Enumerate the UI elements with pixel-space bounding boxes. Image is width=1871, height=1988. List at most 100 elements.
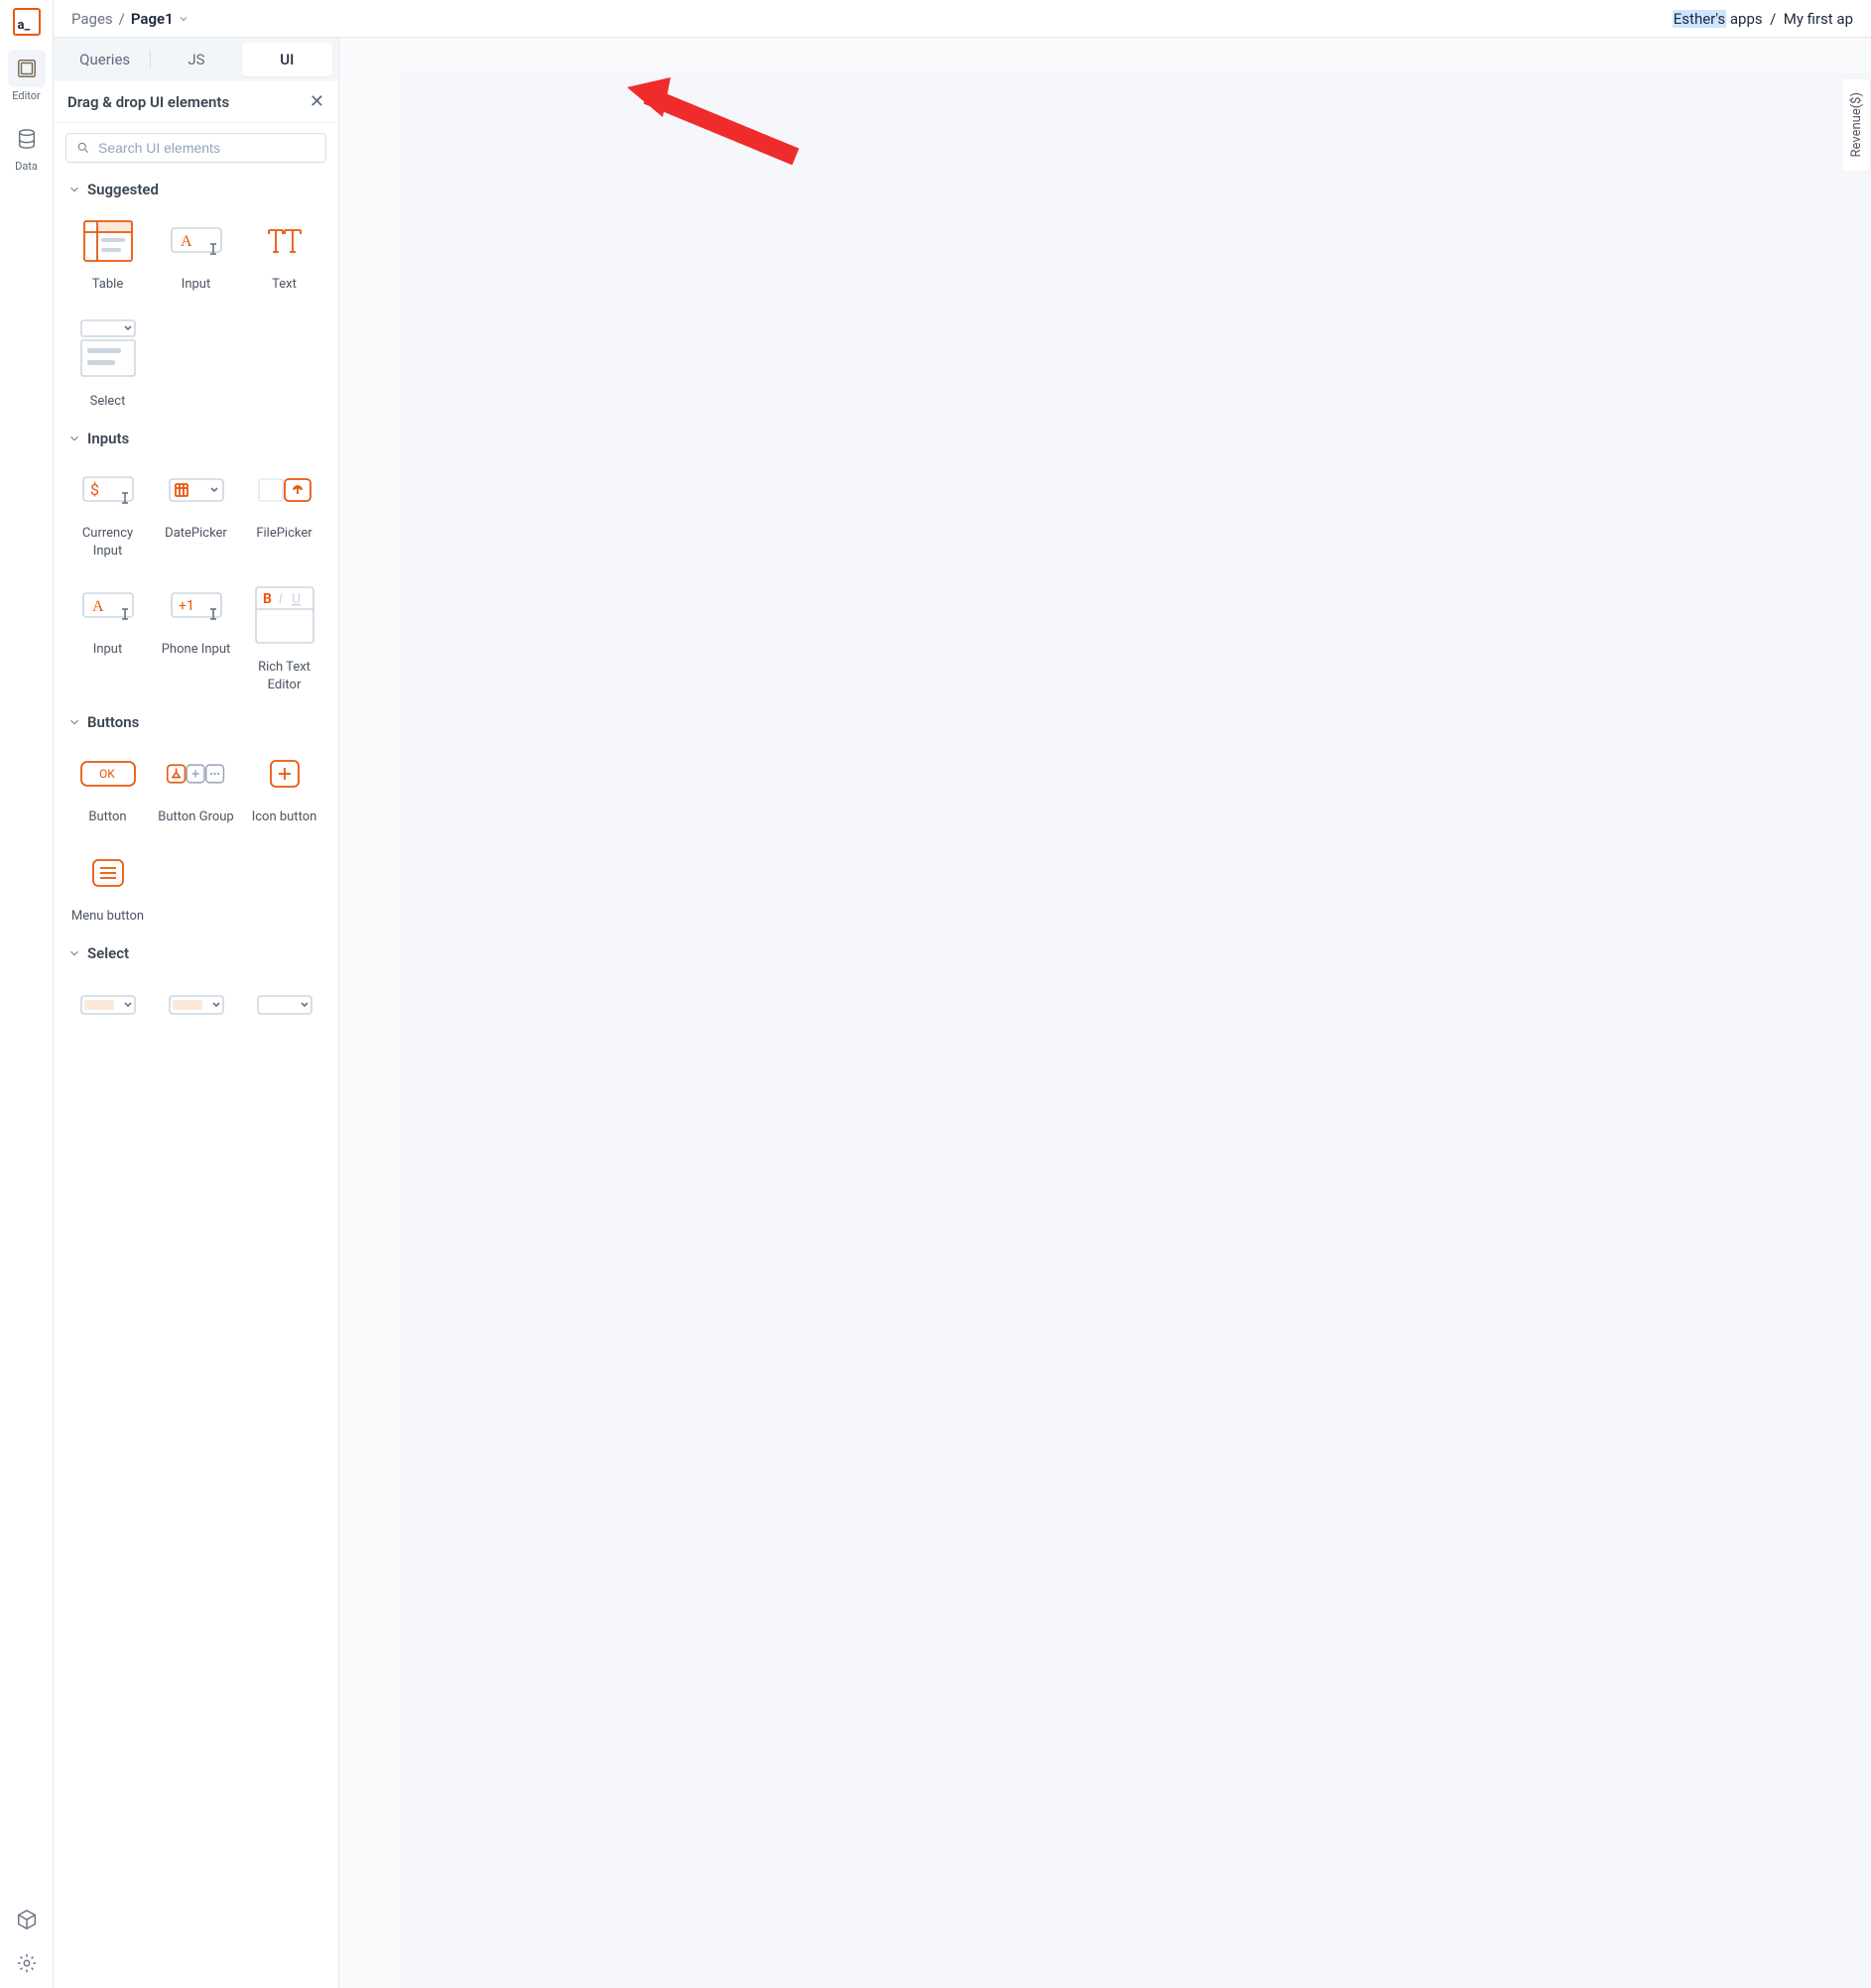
editor-icon [8, 50, 46, 87]
tab-js[interactable]: JS [151, 43, 241, 76]
workspace-path[interactable]: Esther's apps / My first ap [1673, 10, 1853, 28]
widget-phone-label: Phone Input [162, 641, 231, 659]
widget-button[interactable]: OK Button [65, 743, 150, 832]
widget-menu-button[interactable]: Menu button [65, 842, 150, 932]
close-icon[interactable]: ✕ [310, 91, 324, 112]
svg-text:I: I [279, 591, 283, 607]
svg-text:A: A [92, 598, 104, 615]
rail-item-editor[interactable]: Editor [8, 50, 46, 102]
chevron-down-icon [67, 432, 81, 445]
input-icon: A [166, 216, 227, 266]
workspace-app-name: My first ap [1784, 10, 1853, 28]
search-icon [76, 141, 90, 155]
widget-table[interactable]: Table [65, 210, 150, 300]
widget-text[interactable]: Text [242, 210, 326, 300]
widget-datepicker[interactable]: DatePicker [154, 459, 238, 565]
widget-rte-label: Rich Text Editor [244, 659, 324, 693]
widget-button-label: Button [88, 808, 126, 826]
widget-icon-button[interactable]: Icon button [242, 743, 326, 832]
svg-text:+1: +1 [179, 598, 194, 614]
widget-text-label: Text [272, 276, 297, 294]
text-icon [254, 216, 315, 266]
select-icon [166, 980, 227, 1030]
section-buttons-title: Buttons [87, 713, 139, 731]
select-icon [77, 315, 139, 383]
chevron-down-icon [67, 715, 81, 729]
database-icon [8, 120, 46, 158]
upload-icon [254, 465, 315, 515]
chevron-down-icon [178, 13, 189, 25]
widget-icon-button-label: Icon button [252, 808, 317, 826]
breadcrumb-sep: / [119, 10, 125, 28]
workspace-sep: / [1770, 10, 1776, 28]
widget-phone-input[interactable]: +1 Phone Input [154, 575, 238, 699]
input-icon: A [77, 581, 139, 631]
widget-input-label: Input [182, 276, 210, 294]
rail-label-data: Data [15, 160, 38, 173]
plus-icon [254, 749, 315, 799]
svg-text:A: A [181, 233, 192, 250]
widget-currency-input[interactable]: $ Currency Input [65, 459, 150, 565]
widget-currency-label: Currency Input [67, 525, 148, 559]
widget-filepicker-label: FilePicker [256, 525, 312, 543]
rail-item-data[interactable]: Data [8, 120, 46, 173]
workspace-owner: Esther's [1673, 10, 1726, 28]
widget-input2-label: Input [93, 641, 122, 659]
search-input[interactable] [98, 140, 315, 156]
widget-datepicker-label: DatePicker [165, 525, 227, 543]
chevron-down-icon [67, 183, 81, 196]
app-logo[interactable]: a_ [13, 8, 41, 36]
calendar-icon [166, 465, 227, 515]
widget-input[interactable]: A Input [154, 210, 238, 300]
widget-select-1[interactable] [65, 974, 150, 1046]
widget-select-2[interactable] [154, 974, 238, 1046]
widget-button-group[interactable]: Button Group [154, 743, 238, 832]
table-icon [77, 216, 139, 266]
rail-label-editor: Editor [12, 89, 41, 102]
section-select-title: Select [87, 944, 129, 962]
settings-icon[interactable] [8, 1944, 46, 1982]
canvas-area[interactable]: Revenue($) [339, 38, 1871, 1988]
widget-rich-text-editor[interactable]: BIU Rich Text Editor [242, 575, 326, 699]
left-rail: a_ Editor Data [0, 0, 54, 1988]
section-suggested-title: Suggested [87, 181, 159, 198]
canvas-side-label: Revenue($) [1843, 77, 1871, 172]
widget-table-label: Table [92, 276, 123, 294]
section-inputs-title: Inputs [87, 430, 129, 447]
section-suggested[interactable]: Suggested [67, 181, 324, 198]
widget-select[interactable]: Select [65, 310, 150, 417]
top-bar: Pages / Page1 Esther's apps / My first a… [54, 0, 1871, 38]
rte-icon: BIU [254, 581, 315, 649]
breadcrumb-root: Pages [71, 10, 113, 28]
section-inputs[interactable]: Inputs [67, 430, 324, 447]
currency-icon: $ [77, 465, 139, 515]
section-select[interactable]: Select [67, 944, 324, 962]
button-icon: OK [77, 749, 139, 799]
panel-header: Drag & drop UI elements ✕ [54, 81, 338, 123]
phone-icon: +1 [166, 581, 227, 631]
package-icon[interactable] [8, 1901, 46, 1938]
widget-input-2[interactable]: A Input [65, 575, 150, 699]
widget-select-3[interactable] [242, 974, 326, 1046]
side-panel: Queries JS UI Drag & drop UI elements ✕ [54, 38, 339, 1988]
workspace-apps-word: apps [1730, 10, 1763, 28]
widget-filepicker[interactable]: FilePicker [242, 459, 326, 565]
breadcrumb-current[interactable]: Page1 [131, 10, 189, 28]
canvas-inner[interactable] [399, 73, 1871, 1988]
svg-text:$: $ [90, 480, 99, 499]
chevron-down-icon [67, 946, 81, 960]
button-group-icon [166, 749, 227, 799]
tab-queries[interactable]: Queries [60, 43, 150, 76]
panel-title: Drag & drop UI elements [67, 93, 229, 111]
widget-button-group-label: Button Group [158, 808, 233, 826]
search-input-wrap[interactable] [65, 133, 326, 163]
widget-menu-button-label: Menu button [71, 908, 144, 926]
svg-text:OK: OK [99, 767, 115, 781]
select-icon [254, 980, 315, 1030]
tab-ui[interactable]: UI [242, 43, 332, 76]
panel-tabs: Queries JS UI [54, 38, 338, 81]
breadcrumb-current-label: Page1 [131, 10, 174, 28]
section-buttons[interactable]: Buttons [67, 713, 324, 731]
breadcrumb[interactable]: Pages / Page1 [71, 10, 189, 28]
select-icon [77, 980, 139, 1030]
